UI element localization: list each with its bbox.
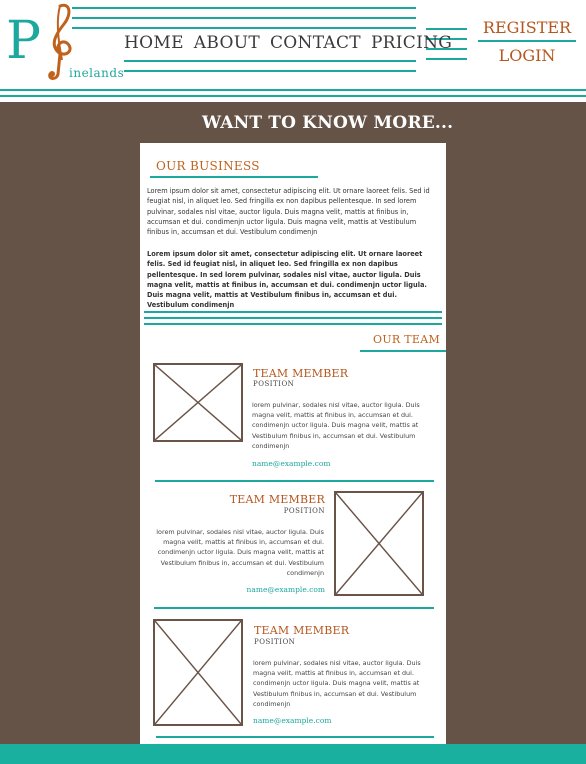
site-header: P inelands HOME ABOUT CONTACT PRICING RE…: [0, 0, 586, 102]
team-member-2-description: lorem pulvinar, sodales nisl vitae, auct…: [156, 528, 324, 577]
nav-top-line-1: [72, 7, 416, 9]
team-divider-1: [155, 480, 434, 482]
business-paragraph-1: Lorem ipsum dolor sit amet, consectetur …: [147, 187, 430, 237]
team-member-2-email[interactable]: name@example.com: [200, 585, 325, 594]
business-title: OUR BUSINESS: [156, 159, 260, 173]
logo[interactable]: P inelands: [0, 0, 125, 86]
business-paragraph-2: Lorem ipsum dolor sit amet, consectetur …: [147, 250, 427, 310]
nav-home[interactable]: HOME: [124, 33, 184, 53]
team-member-3-email[interactable]: name@example.com: [253, 716, 331, 725]
team-title-underline: [360, 350, 446, 352]
nav-bottom-line-1: [124, 60, 416, 62]
hero-heading: WANT TO KNOW MORE...: [202, 113, 454, 133]
team-title: OUR TEAM: [373, 333, 441, 346]
image-placeholder-icon: [155, 365, 241, 440]
account-links: REGISTER LOGIN: [478, 18, 576, 65]
team-member-1-email[interactable]: name@example.com: [252, 459, 330, 468]
main-nav: HOME ABOUT CONTACT PRICING: [124, 33, 452, 53]
nav-pricing[interactable]: PRICING: [371, 33, 452, 53]
nav-top-line-3: [72, 27, 416, 29]
image-placeholder-icon: [336, 493, 422, 594]
header-rule-1: [0, 89, 586, 91]
team-member-1-description: lorem pulvinar, sodales nisl vitae, auct…: [252, 401, 420, 450]
account-divider: [478, 40, 576, 42]
brand-name: inelands: [69, 66, 125, 80]
register-link[interactable]: REGISTER: [478, 18, 576, 37]
team-member-1-name: TEAM MEMBER: [253, 367, 349, 380]
footer-bar: [0, 744, 586, 764]
login-link[interactable]: LOGIN: [478, 46, 576, 65]
team-member-1-photo-placeholder: [153, 363, 243, 442]
team-member-3-position: POSITION: [254, 638, 296, 646]
section-rule-3: [144, 323, 442, 325]
divider-line-4: [426, 58, 467, 60]
section-rule-1: [144, 311, 442, 313]
business-title-underline: [150, 176, 318, 178]
team-member-3-name: TEAM MEMBER: [254, 624, 350, 637]
header-rule-2: [0, 95, 586, 97]
nav-about[interactable]: ABOUT: [194, 33, 260, 53]
team-member-1-position: POSITION: [253, 380, 295, 388]
team-divider-3: [156, 736, 434, 738]
team-member-3-description: lorem pulvinar, sodales nisl vitae, auct…: [253, 659, 421, 708]
section-rule-2: [144, 317, 442, 319]
team-member-2-photo-placeholder: [334, 491, 424, 596]
nav-contact[interactable]: CONTACT: [270, 33, 361, 53]
image-placeholder-icon: [155, 621, 241, 724]
content-card: OUR BUSINESS Lorem ipsum dolor sit amet,…: [140, 143, 446, 764]
team-member-2-position: POSITION: [283, 507, 325, 515]
divider-line-1: [426, 28, 467, 30]
team-member-3-photo-placeholder: [153, 619, 243, 726]
team-divider-2: [154, 607, 434, 609]
svg-text:P: P: [6, 11, 41, 71]
nav-top-line-2: [72, 17, 416, 19]
team-member-2-name: TEAM MEMBER: [229, 493, 325, 506]
nav-bottom-line-2: [124, 70, 416, 72]
